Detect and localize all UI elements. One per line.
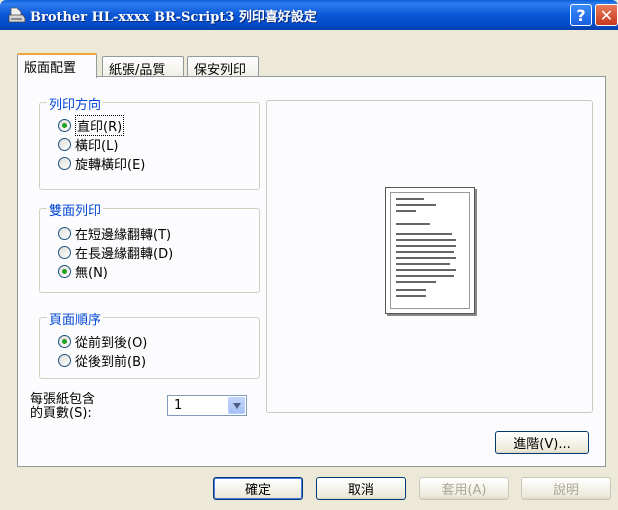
tab-layout[interactable]: 版面配置 — [17, 53, 97, 78]
radio-button-checked[interactable] — [58, 264, 71, 278]
duplex-long-edge-option[interactable]: 在長邊緣翻轉(D) — [58, 243, 174, 262]
page-order-back-to-front-option[interactable]: 從後到前(B) — [58, 351, 147, 370]
duplex-long-edge-label: 在長邊緣翻轉(D) — [75, 246, 174, 262]
duplex-none-label: 無(N) — [75, 265, 108, 281]
duplex-none-option[interactable]: 無(N) — [58, 262, 108, 281]
orientation-rotated-landscape-option[interactable]: 旋轉橫印(E) — [58, 154, 146, 173]
radio-button-checked[interactable] — [58, 334, 71, 348]
orientation-portrait-label: 直印(R) — [75, 114, 125, 136]
radio-button[interactable] — [58, 137, 71, 151]
duplex-group-title: 雙面列印 — [47, 200, 104, 219]
radio-button[interactable] — [58, 226, 71, 240]
pages-per-sheet-label: 每張紙包含 的頁數(S): — [30, 393, 95, 421]
orientation-portrait-option[interactable]: 直印(R) — [58, 114, 125, 136]
pages-per-sheet-value: 1 — [174, 398, 183, 413]
radio-button[interactable] — [58, 353, 71, 367]
page-order-group: 頁面順序 從前到後(O) 從後到前(B) — [39, 309, 260, 379]
orientation-rotated-landscape-label: 旋轉橫印(E) — [75, 157, 146, 173]
page-order-back-to-front-label: 從後到前(B) — [75, 354, 147, 370]
print-preferences-dialog: Brother HL-xxxx BR-Script3 列印喜好設定 ? ✕ 版面… — [0, 0, 618, 510]
window-title: Brother HL-xxxx BR-Script3 列印喜好設定 — [30, 10, 317, 25]
help-button[interactable]: 說明 — [521, 477, 611, 500]
close-button[interactable]: ✕ — [595, 4, 618, 26]
radio-button[interactable] — [58, 156, 71, 170]
page-order-group-title: 頁面順序 — [47, 309, 104, 328]
page-order-front-to-back-label: 從前到後(O) — [75, 335, 148, 351]
tab-panel-layout: 列印方向 直印(R) 橫印(L) 旋轉橫印(E) 雙面列印 在短邊緣翻轉(T) — [17, 76, 606, 467]
chevron-down-icon[interactable] — [228, 397, 245, 414]
pages-per-sheet-select[interactable]: 1 — [167, 395, 247, 416]
orientation-landscape-label: 橫印(L) — [75, 138, 119, 154]
cancel-button[interactable]: 取消 — [316, 477, 406, 500]
printer-icon — [8, 7, 26, 23]
help-title-button[interactable]: ? — [570, 4, 592, 26]
ok-button[interactable]: 確定 — [213, 477, 303, 500]
orientation-group-title: 列印方向 — [47, 94, 104, 113]
tab-secure-print[interactable]: 保安列印 — [187, 56, 259, 78]
duplex-short-edge-label: 在短邊緣翻轉(T) — [75, 227, 172, 243]
orientation-landscape-option[interactable]: 橫印(L) — [58, 135, 119, 154]
document-preview-icon — [385, 187, 475, 314]
apply-button[interactable]: 套用(A) — [419, 477, 509, 500]
tab-paper-quality[interactable]: 紙張/品質 — [102, 56, 184, 78]
duplex-short-edge-option[interactable]: 在短邊緣翻轉(T) — [58, 224, 172, 243]
pages-per-sheet-label-line1: 每張紙包含 — [30, 392, 96, 407]
orientation-group: 列印方向 直印(R) 橫印(L) 旋轉橫印(E) — [39, 94, 260, 190]
duplex-group: 雙面列印 在短邊緣翻轉(T) 在長邊緣翻轉(D) 無(N) — [39, 200, 260, 293]
radio-button-checked[interactable] — [58, 118, 71, 132]
pages-per-sheet-label-line2: 的頁數(S): — [30, 406, 92, 421]
advanced-button[interactable]: 進階(V)... — [495, 431, 589, 454]
title-bar[interactable]: Brother HL-xxxx BR-Script3 列印喜好設定 ? ✕ — [0, 0, 618, 30]
layout-preview-pane — [266, 100, 593, 413]
radio-button[interactable] — [58, 245, 71, 259]
page-order-front-to-back-option[interactable]: 從前到後(O) — [58, 332, 148, 351]
